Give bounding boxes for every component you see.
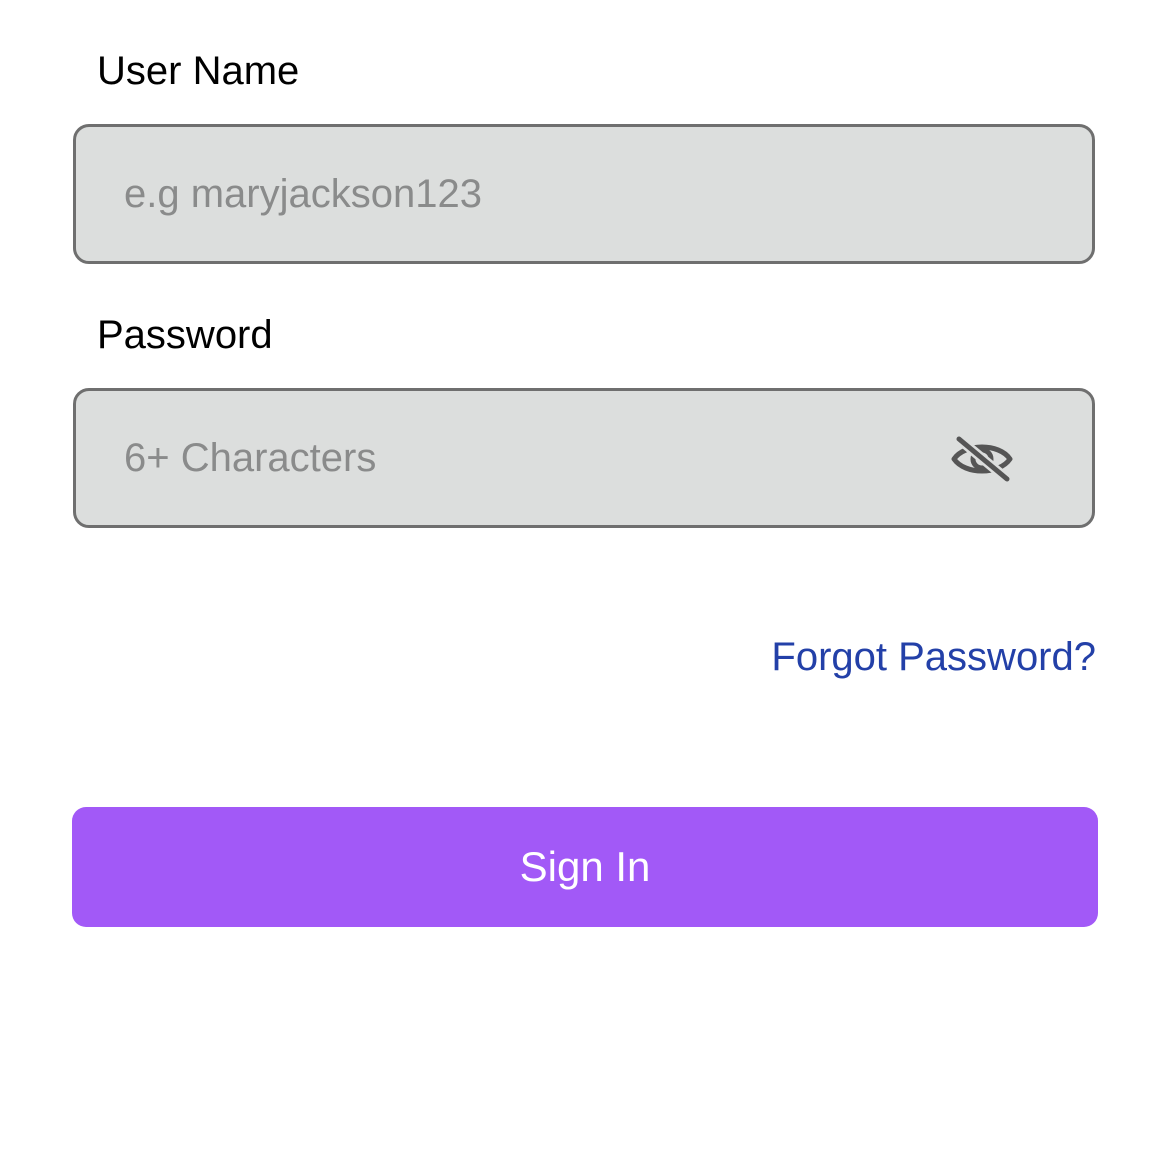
sign-in-button[interactable]: Sign In	[72, 807, 1098, 927]
password-visibility-toggle[interactable]	[950, 431, 1014, 487]
password-field-container	[73, 388, 1095, 528]
password-label: Password	[97, 313, 273, 357]
username-field-container	[73, 124, 1095, 264]
eye-off-icon	[951, 435, 1013, 483]
username-input[interactable]	[124, 127, 944, 261]
forgot-password-link[interactable]: Forgot Password?	[771, 637, 1096, 677]
username-label: User Name	[97, 49, 300, 93]
password-input[interactable]	[124, 391, 944, 525]
